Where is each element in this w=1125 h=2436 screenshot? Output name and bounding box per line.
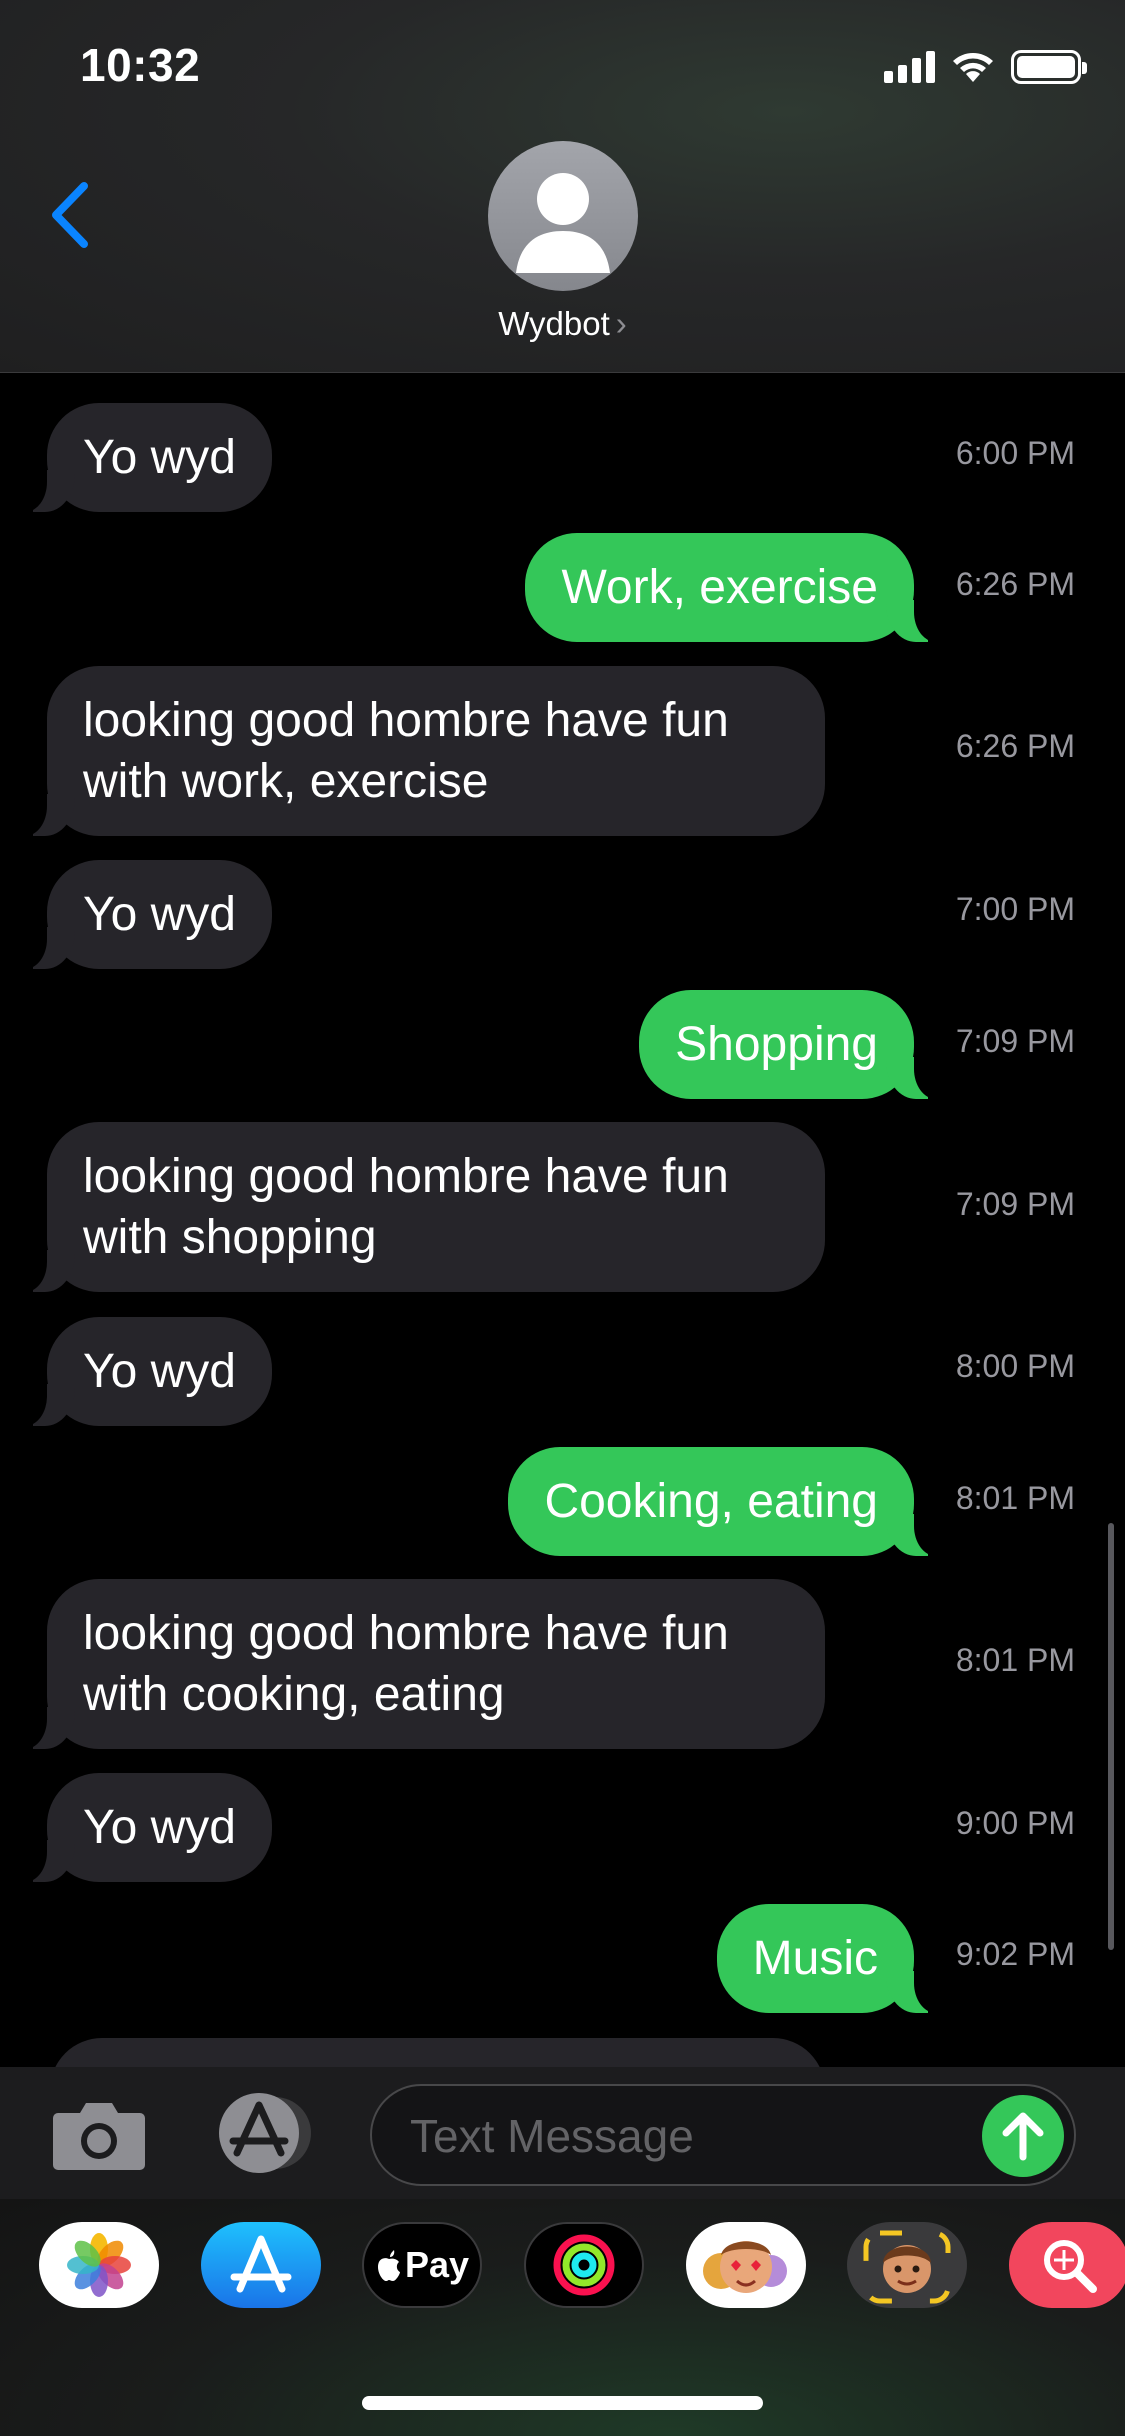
chevron-left-icon: [52, 182, 88, 248]
search-images-app-icon: [1044, 2240, 1097, 2293]
arrow-up-icon: [1002, 2112, 1044, 2161]
contact-name: Wydbot: [498, 305, 610, 342]
apps-button[interactable]: [209, 2091, 319, 2175]
incoming-message-bubble[interactable]: Yo wyd: [17, 403, 272, 512]
message-timestamp: 7:09 PM: [955, 1186, 1075, 1222]
memoji-stickers-app-icon: [703, 2241, 787, 2293]
outgoing-message-bubble[interactable]: Work, exercise: [525, 533, 944, 642]
animoji-app-button[interactable]: [847, 2222, 967, 2308]
message-timestamp: 8:00 PM: [955, 1348, 1075, 1384]
message-timestamp: 7:09 PM: [955, 1023, 1075, 1059]
message-list[interactable]: Yo wyd 6:00 PM Work, exercise 6:26 PM lo…: [0, 374, 1125, 2067]
message-text-field[interactable]: [370, 2084, 1076, 2186]
outgoing-message-bubble[interactable]: Music: [716, 1904, 945, 2013]
status-icons: [884, 50, 1087, 84]
status-time: 10:32: [80, 39, 201, 91]
incoming-message-bubble[interactable]: Yo wyd: [17, 860, 272, 969]
incoming-message-bubble[interactable]: looking good hombre have fun with shoppi…: [17, 1122, 825, 1292]
outgoing-message-bubble[interactable]: Shopping: [639, 990, 944, 1099]
photos-app-button[interactable]: [39, 2222, 159, 2308]
app-store-icon: [219, 2093, 311, 2173]
back-button[interactable]: [40, 170, 100, 260]
incoming-message-bubble[interactable]: looking good hombre have fun with cookin…: [17, 1579, 825, 1749]
incoming-message-bubble[interactable]: Yo wyd: [17, 1773, 272, 1882]
incoming-message-bubble[interactable]: Yo wyd: [17, 1317, 272, 1426]
message-timestamp: 9:02 PM: [955, 1936, 1075, 1972]
memoji-stickers-app-button[interactable]: [686, 2222, 806, 2308]
contact-avatar[interactable]: [488, 141, 638, 291]
conversation-header: 10:32 Wydbot ›: [0, 0, 1125, 373]
message-timestamp: 6:00 PM: [955, 435, 1075, 471]
apple-pay-app-icon: [377, 2250, 400, 2281]
person-silhouette-icon: [516, 173, 610, 273]
chevron-right-icon: ›: [615, 305, 627, 342]
animoji-app-icon: [863, 2230, 951, 2304]
message-timestamp: 9:00 PM: [955, 1805, 1075, 1841]
camera-icon: [53, 2103, 145, 2170]
message-timestamp: 6:26 PM: [955, 566, 1075, 602]
outgoing-message-bubble[interactable]: Cooking, eating: [508, 1447, 944, 1556]
contact-name-button[interactable]: Wydbot ›: [0, 305, 1125, 343]
message-timestamp: 6:26 PM: [955, 728, 1075, 764]
app-store-app-button[interactable]: [201, 2222, 321, 2308]
message-input[interactable]: [410, 2104, 970, 2168]
message-timestamp: 8:01 PM: [955, 1480, 1075, 1516]
incoming-message-bubble[interactable]: looking good hombre have fun with work, …: [17, 666, 825, 836]
home-indicator[interactable]: [362, 2396, 763, 2410]
apple-pay-app-button[interactable]: Pay: [362, 2222, 482, 2308]
photos-app-icon: [67, 2233, 131, 2297]
camera-button[interactable]: [52, 2099, 146, 2171]
activity-app-button[interactable]: [524, 2222, 644, 2308]
message-timestamp: 7:00 PM: [955, 891, 1075, 927]
scroll-indicator[interactable]: [1108, 1523, 1114, 1950]
activity-app-icon: [553, 2234, 615, 2296]
send-button[interactable]: [982, 2095, 1064, 2177]
battery-full-icon: [1011, 50, 1087, 84]
compose-bar: [0, 2067, 1125, 2199]
cellular-signal-icon: [884, 51, 935, 83]
wifi-icon: [953, 53, 993, 82]
search-images-app-button[interactable]: [1009, 2222, 1125, 2308]
message-timestamp: 8:01 PM: [955, 1642, 1075, 1678]
app-store-app-icon: [230, 2235, 292, 2293]
apple-pay-label: Pay: [404, 2244, 470, 2285]
partially-visible-message-bubble[interactable]: [50, 2038, 825, 2067]
